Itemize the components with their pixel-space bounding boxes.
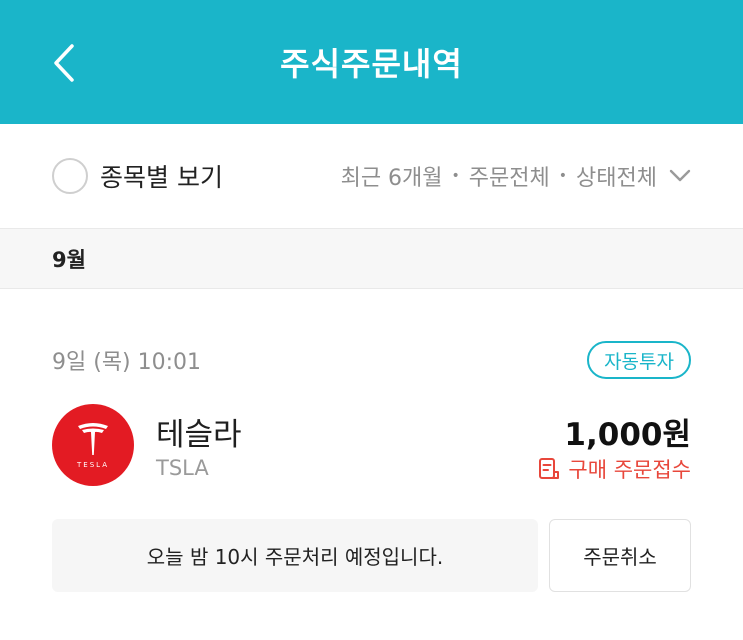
order-amount: 1,000원 [564, 417, 691, 453]
filter-separator: • [558, 168, 568, 184]
order-datetime: 9일 (목) 10:01 [52, 350, 202, 375]
auto-invest-badge: 자동투자 [587, 341, 691, 379]
chevron-down-icon [669, 169, 691, 183]
filter-bar: 종목별 보기 최근 6개월 • 주문전체 • 상태전체 [0, 124, 743, 228]
filter-order-type: 주문전체 [468, 166, 550, 191]
app-header: 주식주문내역 [0, 0, 743, 124]
view-by-stock-label: 종목별 보기 [100, 163, 223, 192]
month-section-header: 9월 [0, 228, 743, 289]
order-status: 구매 주문접수 [538, 455, 691, 483]
filter-status: 상태전체 [576, 166, 657, 191]
stock-ticker: TSLA [156, 456, 209, 480]
tesla-logo: TESLA [52, 404, 134, 486]
receipt-icon [538, 457, 560, 481]
month-label: 9월 [52, 248, 86, 272]
tesla-t-icon [78, 423, 108, 455]
cancel-order-button[interactable]: 주문취소 [549, 519, 691, 592]
view-by-stock-toggle[interactable]: 종목별 보기 [52, 158, 223, 194]
stock-name: 테슬라 [156, 417, 242, 453]
chevron-left-icon [54, 44, 74, 82]
order-status-label: 구매 주문접수 [568, 458, 691, 482]
radio-unchecked-icon[interactable] [52, 158, 88, 194]
page-title: 주식주문내역 [280, 45, 463, 83]
filter-period: 최근 6개월 [340, 166, 443, 191]
tesla-logo-text: TESLA [77, 461, 109, 469]
filter-dropdown[interactable]: 최근 6개월 • 주문전체 • 상태전체 [341, 158, 691, 194]
order-notice: 오늘 밤 10시 주문처리 예정입니다. [52, 519, 538, 592]
filter-separator: • [451, 168, 460, 184]
back-button[interactable] [40, 36, 88, 90]
order-item: 9일 (목) 10:01 자동투자 TESLA 테슬라 TSLA 1,000원 … [0, 289, 743, 640]
